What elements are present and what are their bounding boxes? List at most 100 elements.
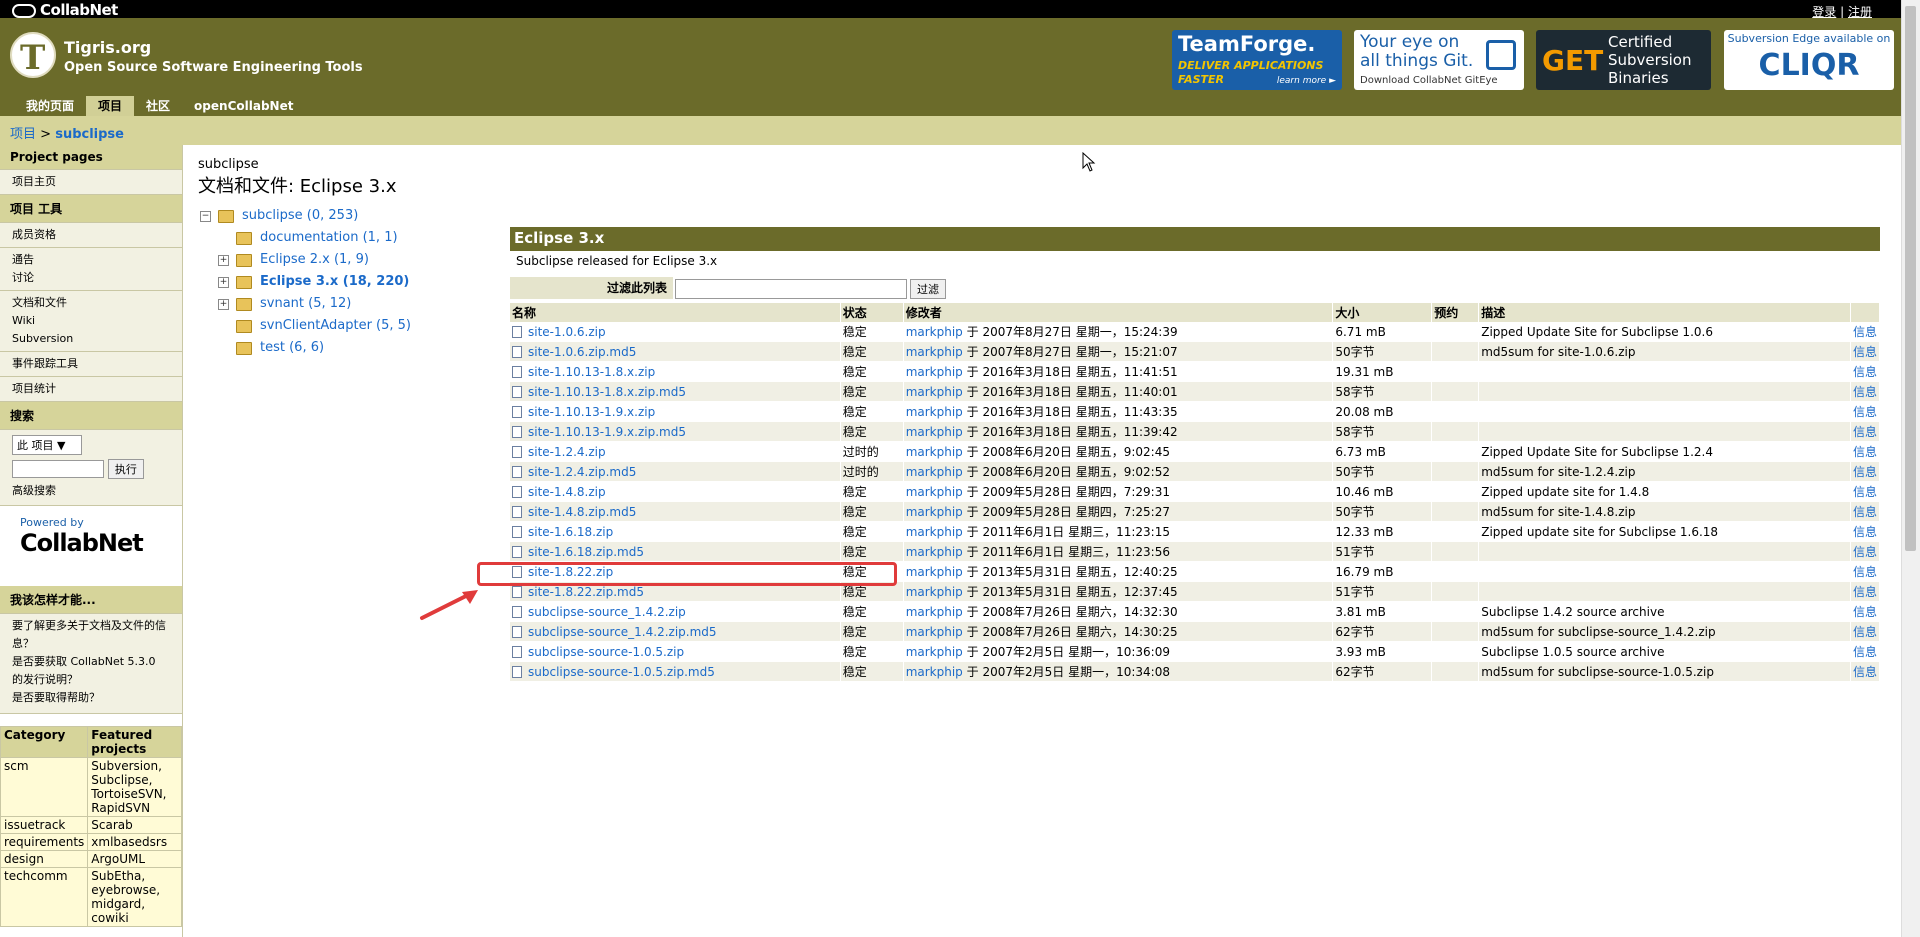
file-modifier-link[interactable]: markphip (906, 385, 963, 399)
file-modifier-link[interactable]: markphip (906, 345, 963, 359)
file-info-link[interactable]: 信息 (1853, 625, 1877, 639)
file-info-link[interactable]: 信息 (1853, 365, 1877, 379)
tree-node-label[interactable]: svnant (5, 12) (260, 296, 351, 311)
file-info-link[interactable]: 信息 (1853, 545, 1877, 559)
login-link[interactable]: 登录 (1812, 5, 1836, 19)
file-name-link[interactable]: subclipse-source-1.0.5.zip.md5 (528, 665, 715, 679)
sidebar-item-docs-files[interactable]: 文档和文件 (12, 294, 170, 312)
file-name-link[interactable]: site-1.10.13-1.9.x.zip (528, 405, 655, 419)
file-modifier-link[interactable]: markphip (906, 565, 963, 579)
sidebar-item-issue-tracker[interactable]: 事件跟踪工具 (12, 355, 170, 373)
nav-tab-projects[interactable]: 项目 (86, 96, 135, 116)
file-name-link[interactable]: subclipse-source_1.4.2.zip.md5 (528, 625, 717, 639)
file-name-link[interactable]: subclipse-source-1.0.5.zip (528, 645, 684, 659)
collapse-icon[interactable]: − (200, 211, 211, 222)
powered-by-collabnet[interactable]: Powered by CollabNet (0, 506, 182, 586)
nav-tab-my-pages[interactable]: 我的页面 (14, 96, 86, 116)
file-name-link[interactable]: site-1.6.18.zip (528, 525, 613, 539)
subversion-binaries-ad[interactable]: GET Certified Subversion Binaries (1536, 30, 1711, 90)
file-name-link[interactable]: site-1.10.13-1.9.x.zip.md5 (528, 425, 686, 439)
file-name-link[interactable]: site-1.8.22.zip (528, 565, 613, 579)
file-info-link[interactable]: 信息 (1853, 585, 1877, 599)
file-info-link[interactable]: 信息 (1853, 645, 1877, 659)
file-info-link[interactable]: 信息 (1853, 445, 1877, 459)
featured-projects[interactable]: SubEtha, eyebrowse, midgard, cowiki (87, 867, 182, 927)
nav-tab-opencollabnet[interactable]: openCollabNet (182, 96, 305, 116)
file-name-link[interactable]: site-1.4.8.zip.md5 (528, 505, 636, 519)
featured-projects[interactable]: Scarab (87, 816, 182, 834)
file-info-link[interactable]: 信息 (1853, 385, 1877, 399)
nav-tab-community[interactable]: 社区 (134, 96, 182, 116)
sidebar-item-project-stats[interactable]: 项目统计 (12, 380, 170, 398)
file-modifier-link[interactable]: markphip (906, 505, 963, 519)
tree-node-label[interactable]: test (6, 6) (260, 340, 324, 355)
file-modifier-link[interactable]: markphip (906, 645, 963, 659)
file-modifier-link[interactable]: markphip (906, 405, 963, 419)
teamforge-ad[interactable]: TeamForge. DELIVER APPLICATIONS FASTER le… (1172, 30, 1342, 90)
filter-button[interactable]: 过滤 (910, 279, 946, 299)
page-scrollbar[interactable] (1901, 0, 1920, 937)
col-description[interactable]: 描述 (1478, 303, 1851, 322)
file-info-link[interactable]: 信息 (1853, 405, 1877, 419)
file-info-link[interactable]: 信息 (1853, 325, 1877, 339)
file-name-link[interactable]: subclipse-source_1.4.2.zip (528, 605, 686, 619)
scrollbar-thumb[interactable] (1905, 6, 1916, 551)
featured-category[interactable]: issuetrack (0, 816, 89, 834)
expand-icon[interactable]: + (218, 277, 229, 288)
file-info-link[interactable]: 信息 (1853, 605, 1877, 619)
file-info-link[interactable]: 信息 (1853, 345, 1877, 359)
file-info-link[interactable]: 信息 (1853, 505, 1877, 519)
sidebar-item-project-home[interactable]: 项目主页 (12, 173, 170, 191)
breadcrumb-projects[interactable]: 项目 (10, 127, 36, 142)
file-info-link[interactable]: 信息 (1853, 485, 1877, 499)
tree-node-label[interactable]: documentation (1, 1) (260, 230, 398, 245)
sidebar-item-wiki[interactable]: Wiki (12, 312, 170, 330)
file-modifier-link[interactable]: markphip (906, 445, 963, 459)
howto-release-notes-link[interactable]: 是否要获取 CollabNet 5.3.0 的发行说明？ (12, 653, 170, 689)
howto-help-link[interactable]: 是否要取得帮助？ (12, 689, 170, 707)
file-modifier-link[interactable]: markphip (906, 525, 963, 539)
breadcrumb-current[interactable]: subclipse (55, 127, 124, 142)
featured-projects[interactable]: ArgoUML (87, 850, 182, 868)
featured-category[interactable]: scm (0, 757, 89, 817)
tigris-logo-icon[interactable]: T (10, 32, 56, 78)
col-name[interactable]: 名称 (510, 303, 841, 322)
file-info-link[interactable]: 信息 (1853, 665, 1877, 679)
col-reservation[interactable]: 预约 (1431, 303, 1480, 322)
giteye-ad[interactable]: Your eye on all things Git. Download Col… (1354, 30, 1524, 90)
file-modifier-link[interactable]: markphip (906, 605, 963, 619)
howto-docs-link[interactable]: 要了解更多关于文档及文件的信息？ (12, 617, 170, 653)
featured-category[interactable]: requirements (0, 833, 89, 851)
expand-icon[interactable]: + (218, 299, 229, 310)
file-name-link[interactable]: site-1.2.4.zip.md5 (528, 465, 636, 479)
file-modifier-link[interactable]: markphip (906, 665, 963, 679)
featured-category[interactable]: design (0, 850, 89, 868)
file-modifier-link[interactable]: markphip (906, 545, 963, 559)
search-submit-button[interactable]: 执行 (107, 459, 144, 479)
file-modifier-link[interactable]: markphip (906, 325, 963, 339)
file-name-link[interactable]: site-1.8.22.zip.md5 (528, 585, 644, 599)
register-link[interactable]: 注册 (1848, 5, 1872, 19)
file-name-link[interactable]: site-1.0.6.zip.md5 (528, 345, 636, 359)
tree-node-label[interactable]: svnClientAdapter (5, 5) (260, 318, 411, 333)
file-modifier-link[interactable]: markphip (906, 425, 963, 439)
cliqr-ad[interactable]: Subversion Edge available on CLIQR (1724, 30, 1894, 90)
site-title[interactable]: Tigris.org (64, 38, 151, 57)
file-info-link[interactable]: 信息 (1853, 565, 1877, 579)
file-modifier-link[interactable]: markphip (906, 625, 963, 639)
sidebar-item-subversion[interactable]: Subversion (12, 330, 170, 348)
search-scope-select[interactable]: 此 项目 ▼ (12, 435, 82, 455)
file-modifier-link[interactable]: markphip (906, 485, 963, 499)
sidebar-item-discussions[interactable]: 讨论 (12, 269, 170, 287)
col-modified-by[interactable]: 修改者 (903, 303, 1334, 322)
sidebar-item-membership[interactable]: 成员资格 (12, 226, 170, 244)
collabnet-logo[interactable]: CollabNet (12, 1, 118, 19)
file-name-link[interactable]: site-1.2.4.zip (528, 445, 606, 459)
col-status[interactable]: 状态 (840, 303, 904, 322)
file-name-link[interactable]: site-1.10.13-1.8.x.zip.md5 (528, 385, 686, 399)
file-info-link[interactable]: 信息 (1853, 425, 1877, 439)
file-info-link[interactable]: 信息 (1853, 525, 1877, 539)
file-name-link[interactable]: site-1.4.8.zip (528, 485, 606, 499)
file-name-link[interactable]: site-1.10.13-1.8.x.zip (528, 365, 655, 379)
file-modifier-link[interactable]: markphip (906, 365, 963, 379)
